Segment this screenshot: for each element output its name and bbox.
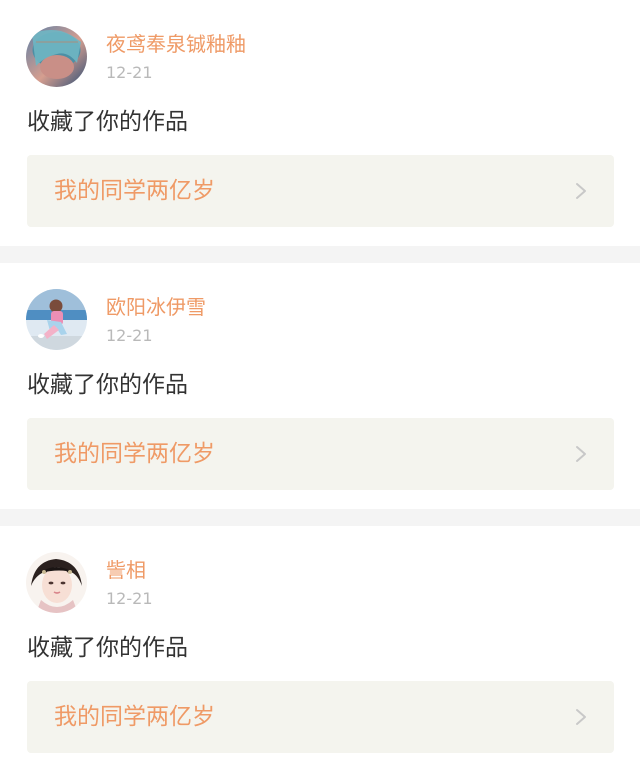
notification-time: 12-21 bbox=[106, 63, 153, 82]
username[interactable]: 欧阳冰伊雪 bbox=[106, 294, 206, 320]
avatar-user-1-icon bbox=[26, 26, 87, 87]
username[interactable]: 訾相 bbox=[106, 557, 146, 583]
chevron-right-icon bbox=[576, 183, 586, 199]
notification-card: 欧阳冰伊雪 12-21 收藏了你的作品 我的同学两亿岁 bbox=[0, 263, 640, 509]
user-avatar[interactable] bbox=[26, 552, 87, 613]
action-text: 收藏了你的作品 bbox=[27, 372, 188, 398]
work-title: 我的同学两亿岁 bbox=[54, 441, 215, 467]
work-link[interactable]: 我的同学两亿岁 bbox=[27, 155, 614, 227]
user-avatar[interactable] bbox=[26, 26, 87, 87]
chevron-right-icon bbox=[576, 709, 586, 725]
avatar-user-3-icon bbox=[26, 552, 87, 613]
avatar-user-2-icon bbox=[26, 289, 87, 350]
work-title: 我的同学两亿岁 bbox=[54, 704, 215, 730]
notification-card: 夜鸢奉泉铖釉釉 12-21 收藏了你的作品 我的同学两亿岁 bbox=[0, 0, 640, 246]
user-avatar[interactable] bbox=[26, 289, 87, 350]
notification-time: 12-21 bbox=[106, 589, 153, 608]
notification-feed: 夜鸢奉泉铖釉釉 12-21 收藏了你的作品 我的同学两亿岁 欧阳冰伊雪 12-2… bbox=[0, 0, 640, 774]
username[interactable]: 夜鸢奉泉铖釉釉 bbox=[106, 31, 246, 57]
work-link[interactable]: 我的同学两亿岁 bbox=[27, 418, 614, 490]
notification-card: 訾相 12-21 收藏了你的作品 我的同学两亿岁 bbox=[0, 526, 640, 774]
action-text: 收藏了你的作品 bbox=[27, 109, 188, 135]
chevron-right-icon bbox=[576, 446, 586, 462]
notification-time: 12-21 bbox=[106, 326, 153, 345]
action-text: 收藏了你的作品 bbox=[27, 635, 188, 661]
work-title: 我的同学两亿岁 bbox=[54, 178, 215, 204]
work-link[interactable]: 我的同学两亿岁 bbox=[27, 681, 614, 753]
